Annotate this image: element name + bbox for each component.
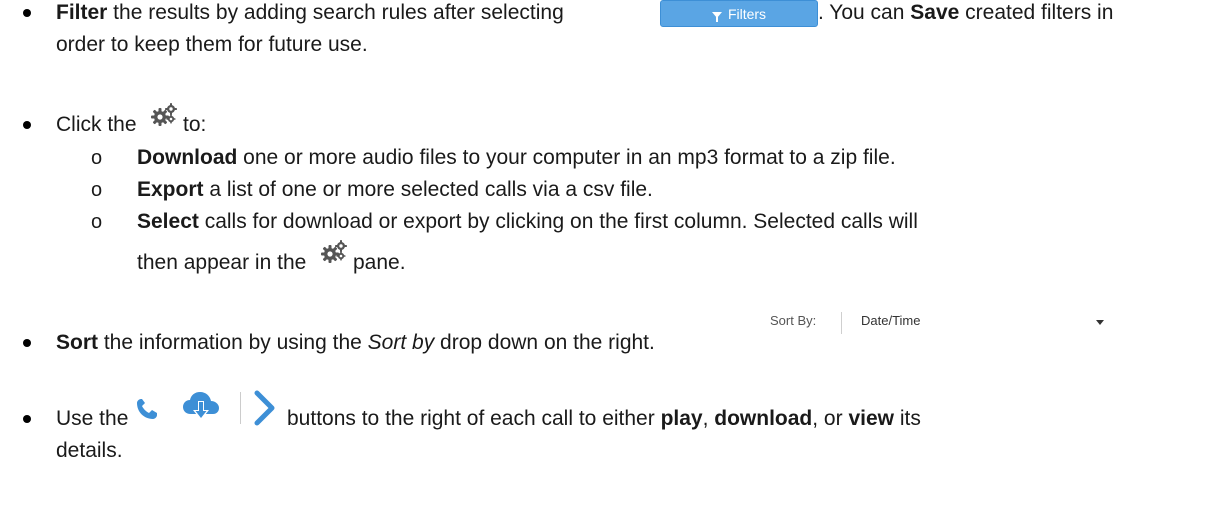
- chevron-right-icon[interactable]: [250, 390, 280, 432]
- bullet: [23, 415, 31, 423]
- filter-instruction-line1-tail: . You can Save created filters in: [818, 1, 1114, 24]
- save-term: Save: [910, 1, 960, 24]
- bullet: [23, 9, 31, 17]
- gears-icon[interactable]: [150, 103, 180, 127]
- select-instruction: Select calls for download or export by c…: [137, 210, 918, 233]
- use-instruction-line2: details.: [56, 439, 123, 462]
- filter-instruction-line1: Filter the results by adding search rule…: [56, 1, 564, 24]
- bullet: [23, 339, 31, 347]
- view-term: view: [848, 407, 894, 430]
- filter-term: Filter: [56, 1, 108, 24]
- bullet: [23, 121, 31, 129]
- gears-icon[interactable]: [320, 240, 350, 264]
- sub-bullet: o: [91, 147, 103, 169]
- sort-by-value: Date/Time: [861, 313, 921, 328]
- download-instruction: Download one or more audio files to your…: [137, 146, 896, 169]
- filter-instruction-line2: order to keep them for future use.: [56, 33, 368, 56]
- sort-by-dropdown[interactable]: Sort By: Date/Time: [760, 310, 1112, 336]
- sub-bullet: o: [91, 211, 103, 233]
- funnel-icon: [711, 11, 722, 22]
- caret-down-icon: [1096, 320, 1104, 325]
- cloud-download-icon[interactable]: [180, 390, 222, 430]
- filters-button-label: Filters: [727, 5, 767, 22]
- sort-term: Sort: [56, 331, 98, 354]
- sort-by-label: Sort By:: [770, 313, 817, 328]
- divider: [841, 312, 842, 334]
- export-instruction: Export a list of one or more selected ca…: [137, 178, 653, 201]
- select-instruction-continued: then appear in the: [137, 251, 307, 274]
- sort-instruction: Sort the information by using the Sort b…: [56, 331, 655, 354]
- sub-bullet: o: [91, 179, 103, 201]
- divider: [240, 392, 241, 424]
- phone-icon[interactable]: [132, 395, 162, 429]
- select-instruction-pane: pane.: [353, 251, 406, 274]
- use-instruction-suffix: buttons to the right of each call to eit…: [287, 407, 921, 430]
- filters-button[interactable]: Filters: [660, 0, 818, 27]
- use-instruction-prefix: Use the: [56, 407, 129, 430]
- play-term: play: [660, 407, 703, 430]
- click-instruction-suffix: to:: [183, 113, 207, 136]
- click-instruction-prefix: Click the: [56, 113, 137, 136]
- download-term: download: [714, 407, 813, 430]
